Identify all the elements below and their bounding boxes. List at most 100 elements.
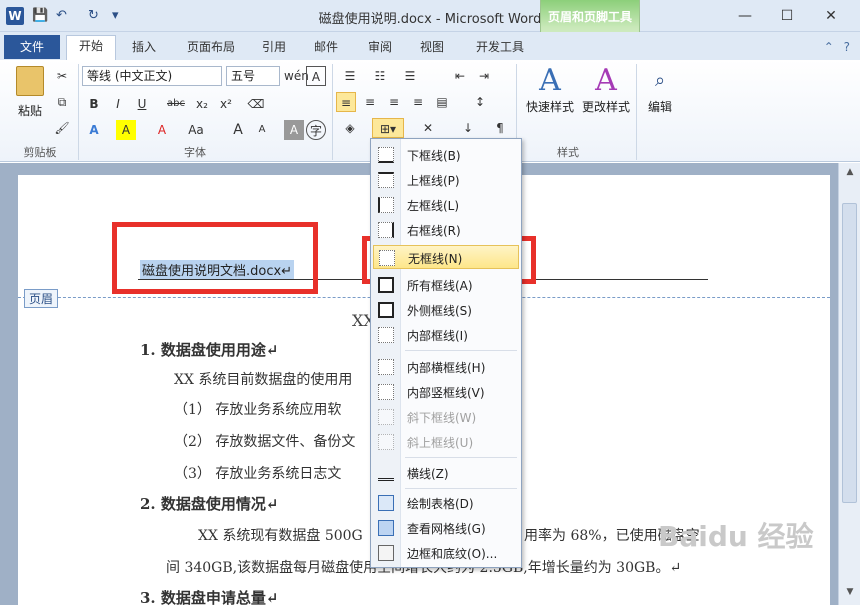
- vertical-scrollbar[interactable]: ▲ ▼: [838, 163, 860, 605]
- increase-indent-icon[interactable]: ⇥: [474, 66, 494, 86]
- menu-item-right-border[interactable]: 右框线(R): [373, 218, 519, 242]
- align-right-icon[interactable]: ≡: [384, 92, 404, 112]
- group-separator: [332, 64, 333, 160]
- sort-icon[interactable]: ↓: [458, 118, 478, 138]
- font-group-label: 字体: [184, 146, 206, 159]
- scroll-thumb[interactable]: [842, 203, 857, 503]
- shading-icon[interactable]: ◈: [340, 118, 360, 138]
- quick-styles-button[interactable]: A 快速样式: [522, 64, 578, 134]
- font-size-select[interactable]: 五号: [226, 66, 280, 86]
- superscript-button[interactable]: x²: [216, 94, 236, 114]
- editing-button[interactable]: ⌕ 编辑: [640, 64, 680, 134]
- menu-item-left-border[interactable]: 左框线(L): [373, 193, 519, 217]
- bullets-icon[interactable]: ☰: [340, 66, 360, 86]
- inside-horizontal-border-icon: [378, 359, 394, 375]
- help-icons: ⌃ ?: [824, 40, 850, 54]
- save-icon[interactable]: 💾: [32, 8, 48, 23]
- tab-page-layout[interactable]: 页面布局: [178, 37, 244, 60]
- borders-dropdown-menu: 下框线(B) 上框线(P) 左框线(L) 右框线(R) 无框线(N) 所有框线(…: [370, 138, 522, 568]
- bold-button[interactable]: B: [84, 94, 104, 114]
- character-shading-icon[interactable]: A: [284, 120, 304, 140]
- tab-developer[interactable]: 开发工具: [468, 37, 532, 60]
- subscript-button[interactable]: x₂: [192, 94, 212, 114]
- diagonal-down-border-icon: [378, 409, 394, 425]
- change-case-button[interactable]: Aa: [186, 120, 206, 140]
- menu-item-inside-vertical-border[interactable]: 内部竖框线(V): [373, 380, 519, 404]
- tab-file[interactable]: 文件: [4, 35, 60, 59]
- redo-icon[interactable]: ↻: [88, 8, 99, 23]
- inside-vertical-border-icon: [378, 384, 394, 400]
- tab-insert[interactable]: 插入: [124, 37, 164, 60]
- menu-separator: [405, 350, 517, 351]
- editing-label: 编辑: [647, 100, 672, 114]
- tab-review[interactable]: 审阅: [362, 37, 398, 60]
- quick-styles-label: 快速样式: [525, 100, 574, 114]
- justify-icon[interactable]: ≡: [408, 92, 428, 112]
- draw-table-icon: [378, 495, 394, 511]
- close-button[interactable]: ✕: [814, 4, 848, 28]
- help-icon[interactable]: ?: [844, 40, 850, 54]
- paste-icon: [16, 66, 44, 96]
- menu-item-bottom-border[interactable]: 下框线(B): [373, 143, 519, 167]
- align-center-icon[interactable]: ≡: [360, 92, 380, 112]
- clear-formatting-icon[interactable]: ⌫: [246, 94, 266, 114]
- highlight-color-button[interactable]: A: [116, 120, 136, 140]
- menu-item-inside-horizontal-border[interactable]: 内部横框线(H): [373, 355, 519, 379]
- character-border-icon[interactable]: A: [306, 66, 326, 86]
- customize-toolbar-icon[interactable]: ▾: [112, 8, 119, 23]
- maximize-button[interactable]: ☐: [770, 4, 804, 28]
- copy-icon[interactable]: ⧉: [52, 92, 72, 112]
- menu-item-top-border[interactable]: 上框线(P): [373, 168, 519, 192]
- text-effects-button[interactable]: A: [84, 120, 104, 140]
- inside-borders-icon: [378, 327, 394, 343]
- shrink-font-button[interactable]: A: [252, 120, 272, 140]
- strikethrough-button[interactable]: abc: [166, 94, 186, 114]
- underline-button[interactable]: U: [132, 94, 152, 114]
- enclose-characters-icon[interactable]: 字: [306, 120, 326, 140]
- menu-item-horizontal-line[interactable]: 横线(Z): [373, 461, 519, 485]
- borders-button[interactable]: ⊞▾: [372, 118, 404, 138]
- undo-icon[interactable]: ↶: [56, 8, 67, 23]
- tab-mailings[interactable]: 邮件: [308, 37, 344, 60]
- menu-item-no-border[interactable]: 无框线(N): [373, 245, 519, 269]
- paste-button[interactable]: 粘贴: [10, 66, 50, 122]
- list-item: （1） 存放业务系统应用软: [174, 402, 342, 418]
- menu-item-inside-borders[interactable]: 内部框线(I): [373, 323, 519, 347]
- word-app-icon[interactable]: W: [6, 7, 24, 25]
- tab-view[interactable]: 视图: [414, 37, 450, 60]
- minimize-button[interactable]: —: [728, 4, 762, 28]
- borders-shading-icon: [378, 545, 394, 561]
- chinese-layout-icon[interactable]: ✕: [418, 118, 438, 138]
- distributed-icon[interactable]: ▤: [432, 92, 452, 112]
- styles-group-label: 样式: [557, 146, 579, 159]
- italic-button[interactable]: I: [108, 94, 128, 114]
- tab-references[interactable]: 引用: [256, 37, 292, 60]
- menu-item-all-borders[interactable]: 所有框线(A): [373, 273, 519, 297]
- left-border-icon: [378, 197, 394, 213]
- change-styles-button[interactable]: A 更改样式: [578, 64, 634, 134]
- grow-font-button[interactable]: A: [228, 120, 248, 140]
- scroll-up-icon[interactable]: ▲: [843, 167, 857, 181]
- horizontal-line-icon: [378, 465, 394, 481]
- ribbon-tab-bar: 文件 开始 插入 页面布局 引用 邮件 审阅 视图 开发工具 ⌃ ?: [0, 32, 860, 61]
- paste-label: 粘贴: [17, 104, 42, 118]
- scroll-down-icon[interactable]: ▼: [843, 587, 857, 601]
- align-left-icon[interactable]: ≡: [336, 92, 356, 112]
- phonetic-guide-icon[interactable]: wén: [284, 66, 309, 86]
- format-painter-icon[interactable]: 🖌: [52, 118, 72, 138]
- collapse-ribbon-icon[interactable]: ⌃: [824, 40, 834, 54]
- decrease-indent-icon[interactable]: ⇤: [450, 66, 470, 86]
- menu-item-view-gridlines[interactable]: 查看网格线(G): [373, 516, 519, 540]
- menu-item-outside-borders[interactable]: 外侧框线(S): [373, 298, 519, 322]
- menu-item-borders-and-shading[interactable]: 边框和底纹(O)...: [373, 541, 519, 565]
- cut-icon[interactable]: ✂: [52, 66, 72, 86]
- tab-home[interactable]: 开始: [66, 35, 116, 61]
- menu-item-draw-table[interactable]: 绘制表格(D): [373, 491, 519, 515]
- line-spacing-icon[interactable]: ↕: [470, 92, 490, 112]
- font-name-select[interactable]: 等线 (中文正文): [82, 66, 222, 86]
- show-marks-icon[interactable]: ¶: [490, 118, 510, 138]
- group-separator: [78, 64, 79, 160]
- numbering-icon[interactable]: ☷: [370, 66, 390, 86]
- multilevel-list-icon[interactable]: ☰: [400, 66, 420, 86]
- font-color-button[interactable]: A: [152, 120, 172, 140]
